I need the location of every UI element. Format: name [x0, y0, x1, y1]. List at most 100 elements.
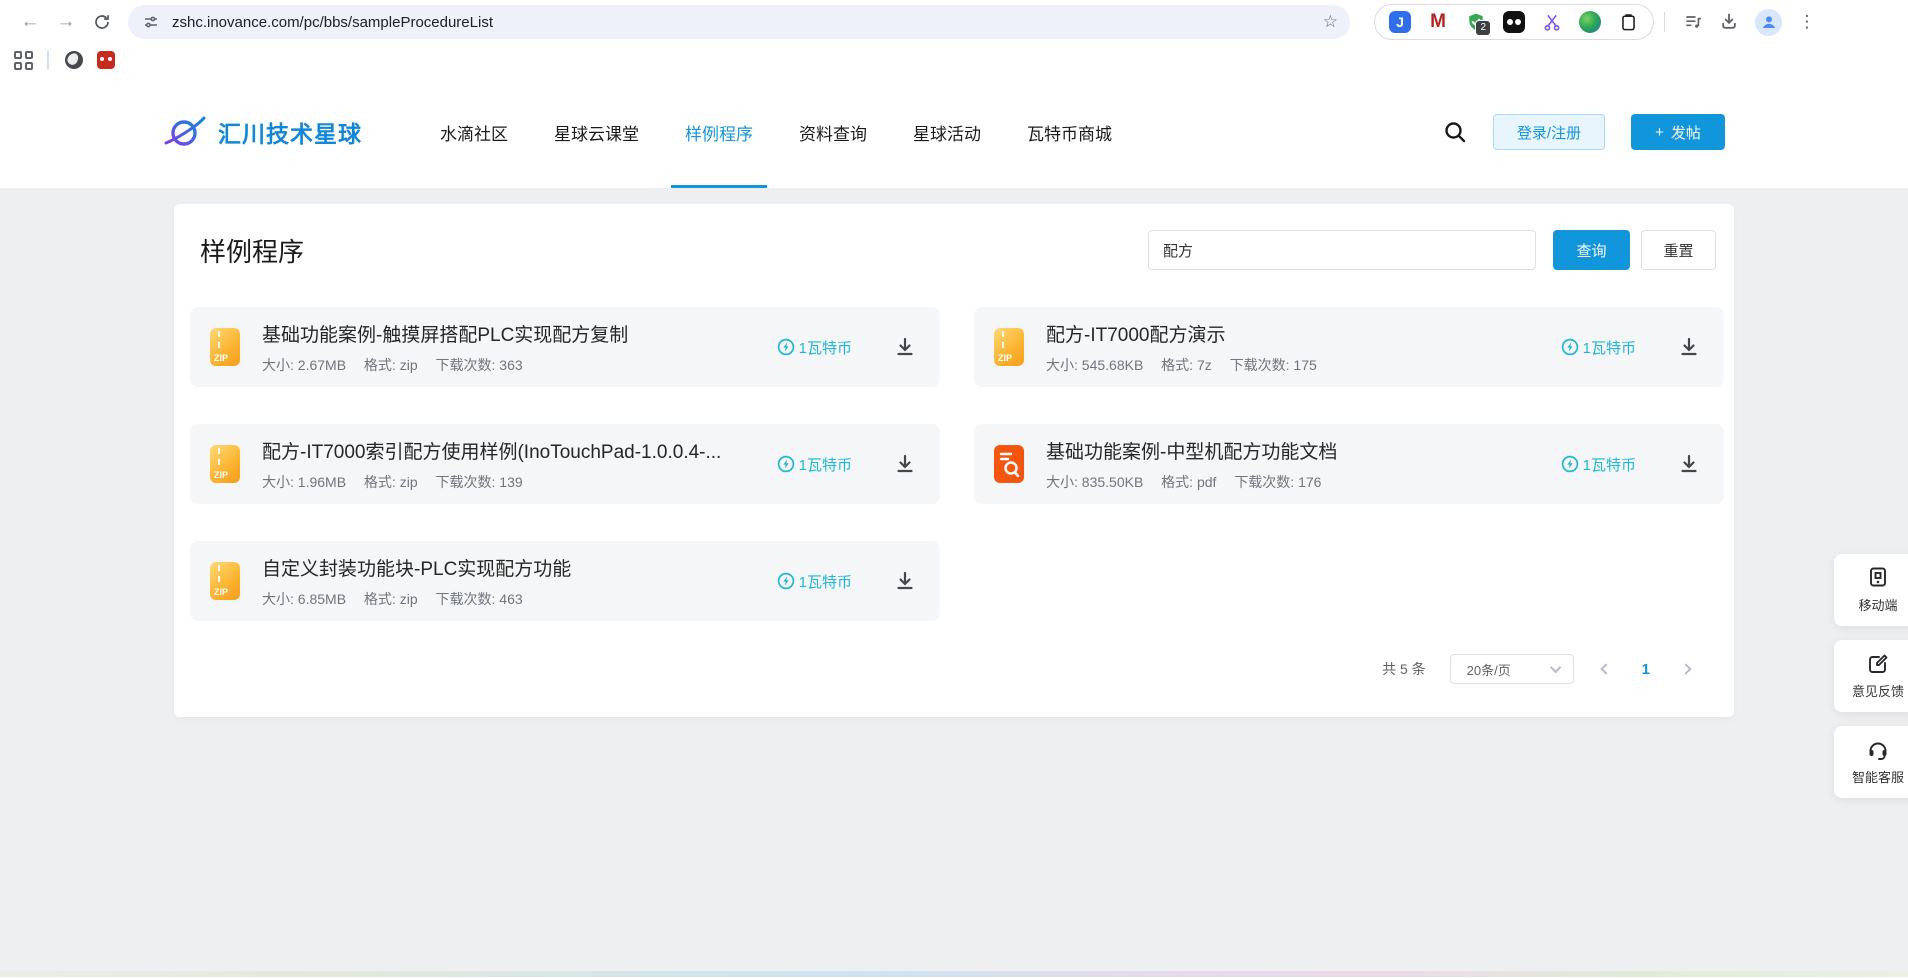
size-label: 大小:: [1046, 357, 1078, 373]
file-card[interactable]: ZIP 配方-IT7000索引配方使用样例(InoTouchPad-1.0.0.…: [190, 424, 940, 504]
page-number[interactable]: 1: [1638, 661, 1654, 678]
planet-logo-icon: [160, 113, 208, 151]
size-value: 6.85MB: [298, 591, 346, 607]
downloads-value: 175: [1293, 357, 1316, 373]
downloads-label: 下载次数:: [436, 357, 496, 373]
back-icon[interactable]: ←: [17, 9, 43, 35]
site-info-icon[interactable]: [142, 13, 160, 31]
ext-j-icon[interactable]: J: [1389, 11, 1411, 33]
post-button[interactable]: + 发帖: [1631, 114, 1725, 150]
query-button[interactable]: 查询: [1553, 230, 1630, 270]
playlist-glyph: [1683, 12, 1703, 32]
panel-header: 样例程序 查询 重置: [190, 230, 1724, 270]
downloads-value: 463: [499, 591, 522, 607]
zip-file-icon: ZIP: [210, 328, 240, 366]
file-title[interactable]: 配方-IT7000索引配方使用样例(InoTouchPad-1.0.0.4-..…: [262, 437, 765, 464]
download-arrow-icon: [894, 570, 916, 592]
download-button[interactable]: [894, 570, 916, 592]
format-value: 7z: [1197, 357, 1212, 373]
reset-button[interactable]: 重置: [1641, 230, 1716, 270]
browser-toolbar: ← → zshc.inovance.com/pc/bbs/sampleProce…: [0, 0, 1908, 44]
watt-coin-price: 1瓦特币: [777, 454, 852, 475]
downloads-label: 下载次数:: [436, 591, 496, 607]
ext-globe-icon[interactable]: [1579, 11, 1601, 33]
next-page-button[interactable]: [1678, 661, 1694, 677]
browser-menu-icon[interactable]: ⋮: [1798, 12, 1816, 32]
file-title[interactable]: 基础功能案例-中型机配方功能文档: [1046, 437, 1549, 464]
logo-text: 汇川技术星球: [218, 115, 362, 149]
watt-coin-price: 1瓦特币: [777, 337, 852, 358]
bookmark-globe-icon[interactable]: [65, 51, 83, 69]
search-icon[interactable]: [1443, 120, 1467, 144]
file-title[interactable]: 配方-IT7000配方演示: [1046, 320, 1549, 347]
file-info: 基础功能案例-触摸屏搭配PLC实现配方复制 大小: 2.67MB 格式: zip…: [262, 320, 765, 375]
downloads-label: 下载次数:: [436, 474, 496, 490]
bookmark-devil-icon[interactable]: [97, 51, 115, 69]
ext-scissors-icon[interactable]: [1541, 11, 1563, 33]
mobile-app-label: 移动端: [1858, 595, 1897, 614]
person-glyph: [1760, 13, 1778, 31]
file-meta: 大小: 6.85MB 格式: zip 下载次数: 463: [262, 589, 765, 609]
downloads-value: 139: [499, 474, 522, 490]
file-title[interactable]: 自定义封装功能块-PLC实现配方功能: [262, 554, 765, 581]
address-bar[interactable]: zshc.inovance.com/pc/bbs/sampleProcedure…: [128, 5, 1350, 39]
ext-shield-icon[interactable]: 2: [1465, 11, 1487, 33]
size-value: 2.67MB: [298, 357, 346, 373]
price-text: 1瓦特币: [799, 454, 852, 475]
page-size-select[interactable]: 20条/页: [1450, 654, 1574, 684]
url-text[interactable]: zshc.inovance.com/pc/bbs/sampleProcedure…: [172, 14, 1323, 31]
watt-coin-icon: [777, 455, 795, 473]
forward-icon[interactable]: →: [53, 9, 79, 35]
nav-sample-procedures[interactable]: 样例程序: [685, 76, 753, 188]
bookmarks-separator: [47, 51, 49, 69]
smart-service-button[interactable]: 智能客服: [1834, 726, 1908, 798]
watt-coin-icon: [1561, 338, 1579, 356]
chevron-left-icon: [1600, 663, 1611, 674]
nav-planet-activities[interactable]: 星球活动: [913, 76, 981, 188]
nav-cloud-classroom[interactable]: 星球云课堂: [554, 76, 639, 188]
download-button[interactable]: [1678, 453, 1700, 475]
ext-eyes-icon[interactable]: [1503, 11, 1525, 33]
download-button[interactable]: [894, 453, 916, 475]
downloads-value: 176: [1298, 474, 1321, 490]
file-card[interactable]: ZIP 基础功能案例-触摸屏搭配PLC实现配方复制 大小: 2.67MB 格式:…: [190, 307, 940, 387]
extensions-pill: J M 2: [1374, 4, 1654, 40]
downloads-value: 363: [499, 357, 522, 373]
site-logo[interactable]: 汇川技术星球: [160, 113, 362, 151]
price-text: 1瓦特币: [799, 337, 852, 358]
ext-clipboard-icon[interactable]: [1617, 11, 1639, 33]
apps-grid-icon[interactable]: [14, 51, 33, 70]
size-value: 835.50KB: [1082, 474, 1144, 490]
clipboard-glyph: [1619, 13, 1638, 32]
zip-icon-label: ZIP: [998, 353, 1012, 363]
zip-icon-label: ZIP: [214, 353, 228, 363]
price-text: 1瓦特币: [1583, 454, 1636, 475]
zip-icon-label: ZIP: [214, 470, 228, 480]
reload-icon[interactable]: [89, 9, 115, 35]
size-value: 1.96MB: [298, 474, 346, 490]
floating-side-panel: 移动端 意见反馈 智能客服: [1834, 554, 1908, 798]
file-card[interactable]: 基础功能案例-中型机配方功能文档 大小: 835.50KB 格式: pdf 下载…: [974, 424, 1724, 504]
file-title[interactable]: 基础功能案例-触摸屏搭配PLC实现配方复制: [262, 320, 765, 347]
mobile-app-button[interactable]: 移动端: [1834, 554, 1908, 626]
download-button[interactable]: [1678, 336, 1700, 358]
feedback-button[interactable]: 意见反馈: [1834, 640, 1908, 712]
nav-shuidi-community[interactable]: 水滴社区: [440, 76, 508, 188]
downloads-icon[interactable]: [1716, 9, 1742, 35]
file-meta: 大小: 1.96MB 格式: zip 下载次数: 139: [262, 472, 765, 492]
file-card[interactable]: ZIP 自定义封装功能块-PLC实现配方功能 大小: 6.85MB 格式: zi…: [190, 541, 940, 621]
ext-m-icon[interactable]: M: [1427, 11, 1449, 33]
profile-avatar[interactable]: [1755, 9, 1782, 36]
zip-file-icon: ZIP: [210, 445, 240, 483]
watt-coin-price: 1瓦特币: [777, 571, 852, 592]
bookmark-star-icon[interactable]: ☆: [1323, 12, 1338, 32]
media-controls-icon[interactable]: [1680, 9, 1706, 35]
nav-watt-coin-mall[interactable]: 瓦特币商城: [1027, 76, 1112, 188]
keyword-input[interactable]: [1148, 230, 1536, 270]
feedback-edit-icon: [1866, 652, 1890, 676]
prev-page-button[interactable]: [1598, 661, 1614, 677]
download-button[interactable]: [894, 336, 916, 358]
file-card[interactable]: ZIP 配方-IT7000配方演示 大小: 545.68KB 格式: 7z 下载…: [974, 307, 1724, 387]
nav-document-search[interactable]: 资料查询: [799, 76, 867, 188]
login-register-button[interactable]: 登录/注册: [1493, 114, 1605, 150]
